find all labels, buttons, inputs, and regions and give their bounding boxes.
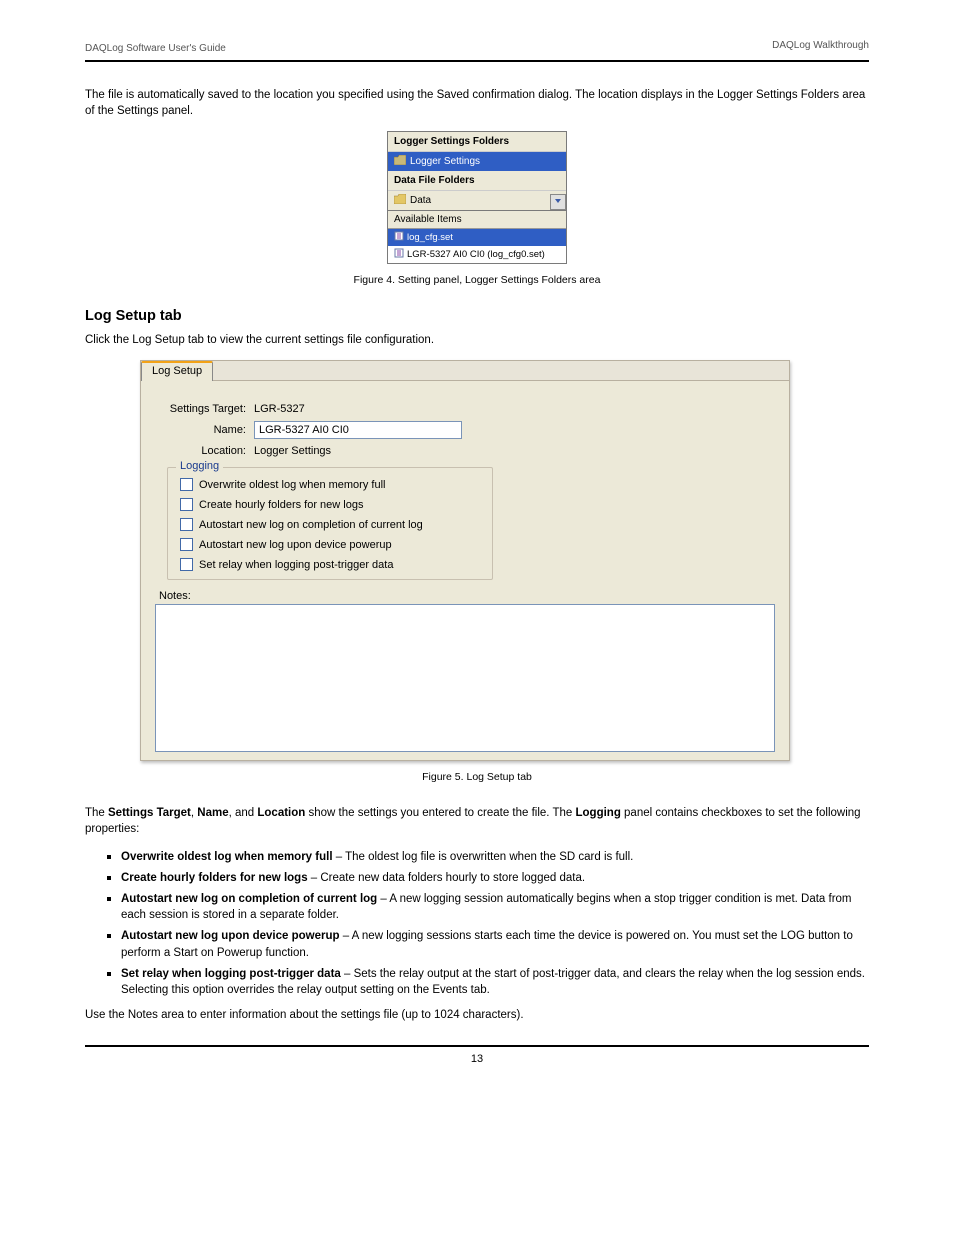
available-items-header: Available Items [388,210,566,228]
name-input[interactable] [254,421,462,439]
log-setup-heading: Log Setup tab [85,308,869,324]
logger-settings-folders-header: Logger Settings Folders [388,132,566,152]
header-divider [85,60,869,62]
logger-settings-folder-item[interactable]: Logger Settings [388,152,566,171]
autostart-powerup-label: Autostart new log upon device powerup [199,539,392,551]
logging-legend: Logging [176,460,223,472]
chevron-down-icon [554,197,562,208]
notes-textarea[interactable] [155,604,775,752]
notes-description: Use the Notes area to enter information … [85,1007,869,1023]
scroll-down-button[interactable] [550,194,566,210]
figure-5-caption: Figure 5. Log Setup tab [85,771,869,783]
data-folder-label: Data [410,195,431,206]
settings-target-value: LGR-5327 [254,403,305,415]
tab-log-setup[interactable]: Log Setup [141,361,213,381]
settings-file-icon [394,231,404,244]
data-folder-item[interactable]: Data [388,191,566,210]
folder-icon [394,194,406,207]
log-setup-panel: Log Setup Settings Target: LGR-5327 Name… [140,360,790,761]
available-item-selected[interactable]: log_cfg.set [388,229,566,246]
autostart-completion-label: Autostart new log on completion of curre… [199,519,423,531]
available-item[interactable]: LGR-5327 AI0 CI0 (log_cfg0.set) [388,246,566,263]
hourly-folders-label: Create hourly folders for new logs [199,499,363,511]
page-header-right: DAQLog Walkthrough [772,40,869,51]
autostart-completion-checkbox[interactable] [180,518,193,531]
overwrite-checkbox[interactable] [180,478,193,491]
page-header-left: DAQLog Software User's Guide [85,43,226,54]
name-label: Name: [149,424,254,436]
logging-fieldset: Logging Overwrite oldest log when memory… [167,467,493,580]
available-item-label-2: LGR-5327 AI0 CI0 (log_cfg0.set) [407,249,545,260]
autostart-powerup-checkbox[interactable] [180,538,193,551]
post-figure-paragraph: The Settings Target, Name, and Location … [85,805,869,837]
figure-4-caption: Figure 4. Setting panel, Logger Settings… [85,274,869,286]
settings-file-icon [394,248,404,261]
set-relay-label: Set relay when logging post-trigger data [199,559,393,571]
location-value: Logger Settings [254,445,331,457]
logging-properties-list: Overwrite oldest log when memory full – … [107,849,869,998]
overwrite-label: Overwrite oldest log when memory full [199,479,385,491]
hourly-folders-checkbox[interactable] [180,498,193,511]
settings-folders-panel: Logger Settings Folders Logger Settings … [387,131,567,264]
page-number: 13 [85,1047,869,1065]
settings-target-label: Settings Target: [149,403,254,415]
set-relay-checkbox[interactable] [180,558,193,571]
logger-settings-folder-label: Logger Settings [410,156,480,167]
intro-paragraph: The file is automatically saved to the l… [85,87,869,119]
available-item-label-1: log_cfg.set [407,232,453,243]
folder-icon [394,155,406,168]
log-setup-intro: Click the Log Setup tab to view the curr… [85,332,869,348]
location-label: Location: [149,445,254,457]
data-file-folders-header: Data File Folders [388,171,566,191]
notes-label: Notes: [149,586,781,604]
